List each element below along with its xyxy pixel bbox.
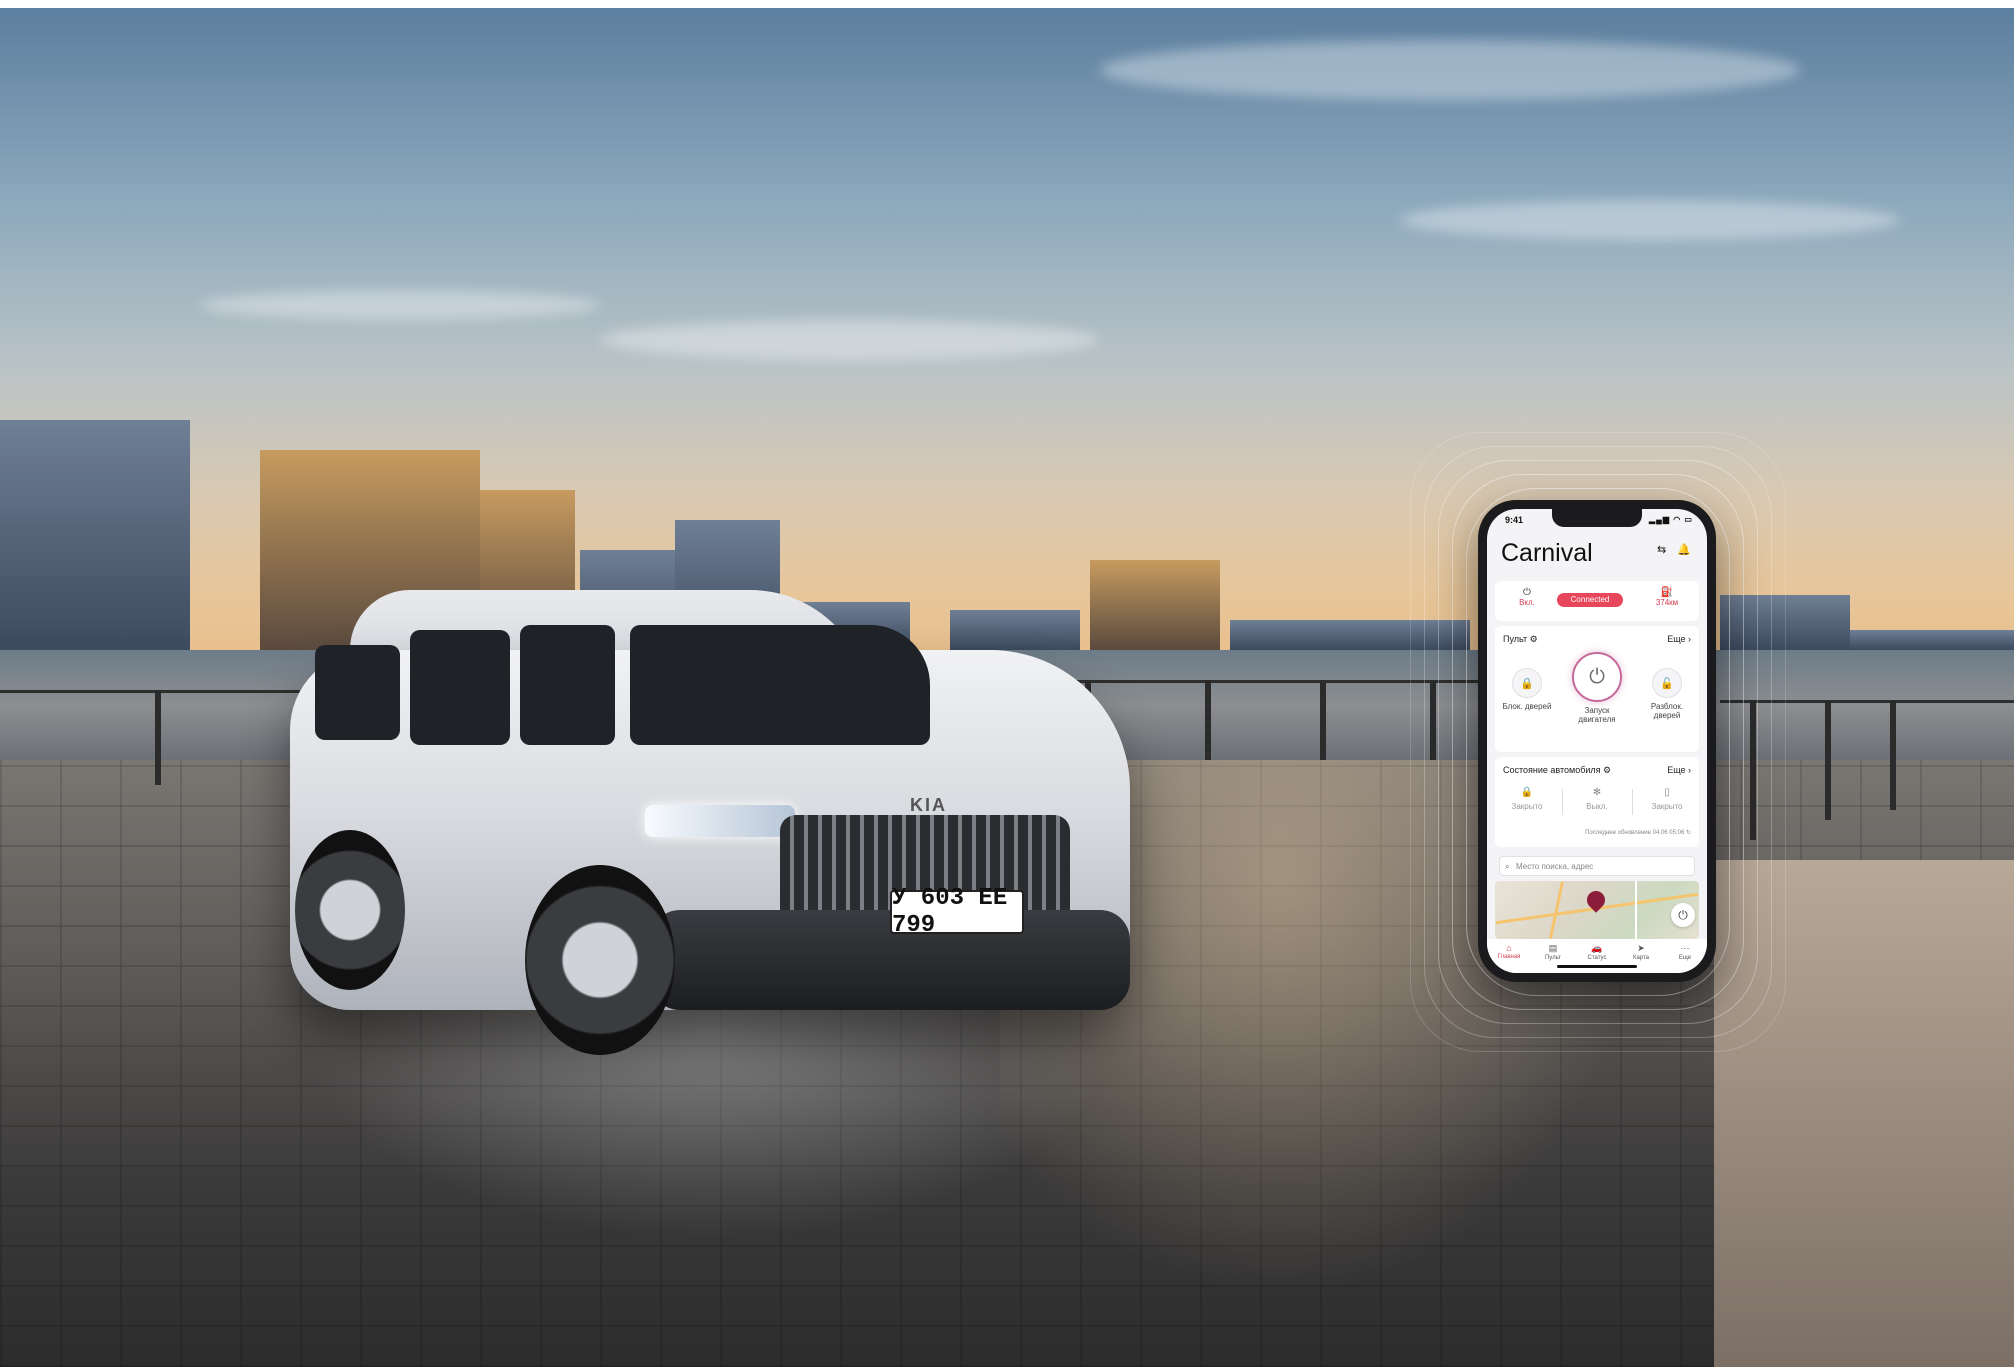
remote-more-link[interactable]: Еще › [1667, 634, 1691, 644]
remote-icon: ▤ [1548, 943, 1558, 953]
tab-remote[interactable]: ▤ Пульт [1531, 943, 1575, 961]
last-update[interactable]: Последнее обновление 04.06 05:06 ↻ [1495, 829, 1691, 836]
license-plate: У 603 ЕЕ 799 [890, 885, 1024, 939]
front-wheel [525, 865, 675, 1055]
door-lock-icon: 🔒 [1520, 787, 1534, 798]
doors-state-label: Закрыто [1511, 802, 1543, 811]
divider [1562, 789, 1563, 815]
cloud [600, 320, 1100, 360]
unlock-doors-label: Разблок. дверей [1650, 702, 1684, 720]
remote-card: Пульт ⚙ Еще › 🔒 Блок. дверей ⏻ Запуск дв… [1495, 626, 1699, 752]
lock-doors-label: Блок. дверей [1502, 702, 1552, 711]
railing [0, 690, 300, 693]
unlock-doors-button[interactable]: 🔓 Разблок. дверей [1637, 668, 1697, 720]
lock-doors-button[interactable]: 🔒 Блок. дверей [1497, 668, 1557, 711]
search-placeholder: Место поиска, адрес [1516, 862, 1594, 871]
vehicle-state-more-link[interactable]: Еще › [1667, 765, 1691, 775]
climate-state-label: Выкл. [1586, 802, 1608, 811]
vehicle-state-card: Состояние автомобиля ⚙ Еще › 🔒 Закрыто ✻… [1495, 757, 1699, 847]
power-status-label: Вкл. [1519, 598, 1535, 607]
tab-more[interactable]: ⋯ Еще [1663, 943, 1707, 961]
map-preview[interactable]: ⏻ [1495, 881, 1699, 939]
cloud [200, 290, 600, 320]
fan-icon: ✻ [1592, 787, 1602, 798]
tab-label: Главная [1497, 954, 1521, 960]
app-screen: 9:41 ▂▄▆ ◠ ▭ Carnival ⇆ 🔔 ⏻ Вкл. Connect… [1487, 509, 1707, 973]
vehicle-info-row: ⏻ Вкл. Connected ⛽ 374км [1495, 581, 1699, 621]
car-window [315, 645, 400, 740]
car-icon: 🚗 [1591, 943, 1603, 953]
signal-wifi-battery-icon: ▂▄▆ ◠ ▭ [1649, 515, 1693, 524]
fuel-icon: ⛽ [1660, 587, 1674, 598]
search-input[interactable]: ⌕ Место поиска, адрес [1499, 856, 1695, 876]
search-icon: ⌕ [1505, 862, 1510, 871]
tab-home[interactable]: ⌂ Главная [1487, 943, 1531, 960]
vehicle-title: Carnival [1501, 539, 1593, 567]
map-road [1549, 881, 1564, 939]
connection-badge: Connected [1557, 593, 1623, 607]
railing-post [1890, 700, 1896, 810]
car-window [520, 625, 615, 745]
railing-post [1825, 700, 1831, 820]
windshield [630, 625, 930, 745]
railing-post [1320, 680, 1326, 760]
navigation-icon: ➤ [1637, 943, 1645, 953]
bell-icon[interactable]: 🔔 [1677, 543, 1691, 556]
car-window [410, 630, 510, 745]
engine-start-label: Запуск двигателя [1578, 706, 1616, 724]
phone-notch [1552, 509, 1642, 527]
unlock-icon: 🔓 [1652, 668, 1682, 698]
rear-wheel [295, 830, 405, 990]
tab-label: Статус [1587, 955, 1607, 961]
building [1850, 630, 2014, 650]
tab-label: Карта [1632, 955, 1650, 961]
divider [1632, 789, 1633, 815]
tab-label: Пульт [1544, 955, 1562, 961]
tab-map[interactable]: ➤ Карта [1619, 943, 1663, 961]
headlight [645, 805, 795, 837]
cloud [1100, 40, 1800, 100]
power-icon: ⏻ [1523, 587, 1531, 598]
more-icon: ⋯ [1680, 943, 1690, 953]
smartphone: 9:41 ▂▄▆ ◠ ▭ Carnival ⇆ 🔔 ⏻ Вкл. Connect… [1478, 500, 1716, 982]
cloud [1400, 200, 1900, 240]
power-status: ⏻ Вкл. [1497, 587, 1557, 607]
power-icon: ⏻ [1572, 652, 1622, 702]
climate-state: ✻ Выкл. [1567, 787, 1627, 811]
range-status: ⛽ 374км [1637, 587, 1697, 607]
vehicle-state-title: Состояние автомобиля ⚙ [1503, 765, 1612, 775]
status-time: 9:41 [1505, 515, 1524, 525]
railing-post [1205, 680, 1211, 760]
home-indicator[interactable] [1557, 965, 1637, 968]
brand-logo: KIA [910, 795, 947, 815]
map-power-button[interactable]: ⏻ [1671, 903, 1695, 927]
trunk-icon: ▯ [1664, 787, 1670, 798]
building [0, 420, 190, 650]
tab-label: Еще [1678, 955, 1692, 961]
switch-vehicle-icon[interactable]: ⇆ [1657, 543, 1666, 556]
railing-post [155, 690, 161, 785]
trunk-state: ▯ Закрыто [1637, 787, 1697, 811]
lock-icon: 🔒 [1512, 668, 1542, 698]
doors-state: 🔒 Закрыто [1497, 787, 1557, 811]
home-icon: ⌂ [1506, 943, 1512, 953]
trunk-state-label: Закрыто [1651, 802, 1683, 811]
engine-start-button[interactable]: ⏻ Запуск двигателя [1567, 652, 1627, 724]
hero-scene: KIA У 603 ЕЕ 799 9:41 ▂▄▆ ◠ ▭ Carnival ⇆… [0, 0, 2014, 1367]
tab-status[interactable]: 🚗 Статус [1575, 943, 1619, 961]
range-label: 374км [1655, 598, 1679, 607]
kia-carnival-car: KIA У 603 ЕЕ 799 [290, 590, 1130, 1070]
map-road [1635, 881, 1637, 939]
remote-title: Пульт ⚙ [1503, 634, 1538, 644]
